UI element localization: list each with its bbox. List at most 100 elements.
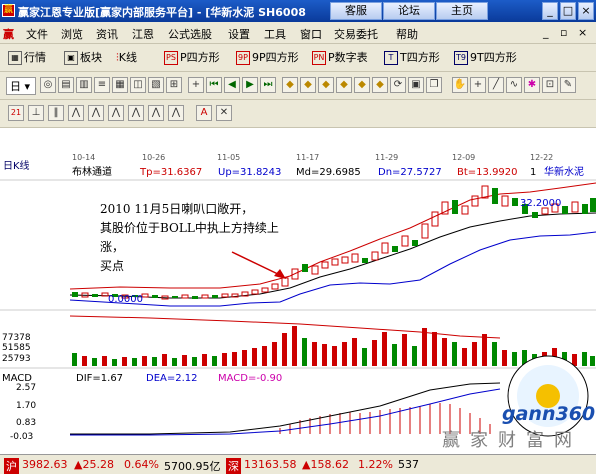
up-arrow-icon[interactable]: ◆	[282, 77, 298, 93]
date-tick: 12-22	[530, 153, 553, 162]
p-square-label: P四方形	[180, 51, 220, 64]
p-number-tool[interactable]: PN P数字表	[312, 49, 368, 67]
day-count-icon[interactable]: 21	[8, 105, 24, 121]
expand-icon[interactable]: ◆	[354, 77, 370, 93]
right-arrow-icon[interactable]: ◆	[336, 77, 352, 93]
menu-formula[interactable]: 公式选股	[168, 26, 212, 42]
line-tool-icon[interactable]: ╱	[488, 77, 504, 93]
macd-dif: DIF=1.67	[76, 373, 123, 384]
tp-value: Tp=31.6367	[139, 167, 202, 178]
hand-icon[interactable]: ✋	[452, 77, 468, 93]
forum-button[interactable]: 论坛	[383, 2, 435, 20]
pen-tool-icon[interactable]: ✎	[560, 77, 576, 93]
wave-tool-icon[interactable]: ∿	[506, 77, 522, 93]
annotation-arrow-head	[274, 269, 286, 279]
macd-tick: 1.70	[16, 401, 36, 411]
menu-trade[interactable]: 交易委托	[334, 26, 378, 42]
shrink-icon[interactable]: ◆	[372, 77, 388, 93]
delete-tool-icon[interactable]: ✕	[216, 105, 232, 121]
indicator-name: 布林通道	[72, 165, 112, 178]
grid-view-icon[interactable]: ▦	[112, 77, 128, 93]
t-square-tool[interactable]: T T四方形	[384, 49, 440, 67]
sz-percent: 1.22%	[358, 458, 393, 471]
gann-line-icon[interactable]: ⋀	[68, 105, 84, 121]
list-icon[interactable]: ≡	[94, 77, 110, 93]
t9-icon: T9	[454, 51, 468, 65]
scale-icon[interactable]: ⊞	[166, 77, 182, 93]
p-square-tool[interactable]: PS P四方形	[164, 49, 220, 67]
lock-icon[interactable]: ▣	[408, 77, 424, 93]
zoom-in-icon[interactable]: +	[188, 77, 204, 93]
date-tick: 10-14	[72, 153, 95, 162]
menu-window[interactable]: 窗口	[300, 26, 322, 42]
layers-icon[interactable]: ◫	[130, 77, 146, 93]
minimize-button[interactable]: _	[542, 2, 558, 20]
sh-change: ▲25.28	[74, 458, 114, 471]
table-icon[interactable]: ▧	[148, 77, 164, 93]
close-button[interactable]: ×	[578, 2, 594, 20]
bt-value: Bt=13.9920	[457, 167, 518, 178]
gann-fan-icon[interactable]: ⋀	[128, 105, 144, 121]
date-tick: 11-05	[217, 153, 240, 162]
home-button[interactable]: 主页	[436, 2, 488, 20]
macd-ticks: 2.57 1.70 0.83 -0.03	[10, 383, 36, 442]
sh-index: 3982.63	[22, 458, 68, 471]
quotes-tool[interactable]: ▦ 行情	[8, 49, 46, 67]
sector-tool[interactable]: ▣ 板块	[64, 49, 102, 67]
menu-close-icon[interactable]: ×	[578, 26, 587, 39]
text-tool-icon[interactable]: A	[196, 105, 212, 121]
prev-icon[interactable]: ◀	[224, 77, 240, 93]
menu-minimize-icon[interactable]: _	[543, 26, 549, 39]
macd-dif-line	[70, 382, 501, 435]
menu-gann[interactable]: 江恩	[132, 26, 154, 42]
pn-icon: PN	[312, 51, 326, 65]
gann-angle-icon[interactable]: ⋀	[148, 105, 164, 121]
quotes-label: 行情	[24, 51, 46, 64]
9p-square-tool[interactable]: 9P 9P四方形	[236, 49, 299, 67]
indicator-values: 布林通道 Tp=31.6367 Up=31.8243 Md=29.6985 Dn…	[72, 165, 584, 178]
next-icon[interactable]: ▶	[242, 77, 258, 93]
menu-logo-icon: 赢	[3, 28, 14, 41]
fan-tool-icon[interactable]: ✱	[524, 77, 540, 93]
magnet-icon[interactable]: ◎	[40, 77, 56, 93]
menu-info[interactable]: 资讯	[96, 26, 118, 42]
chart-area[interactable]: 日K线 10-14 10-26 11-05 11-17 11-29 12-09 …	[0, 128, 596, 454]
refresh-icon[interactable]: ⟳	[390, 77, 406, 93]
9p-square-label: 9P四方形	[252, 51, 299, 64]
first-icon[interactable]: ⏮	[206, 77, 222, 93]
kline-tool[interactable]: ⫶K线	[116, 49, 137, 67]
last-icon[interactable]: ⏭	[260, 77, 276, 93]
ruler-icon[interactable]: ⊥	[28, 105, 44, 121]
period-select[interactable]: 日 ▾	[6, 77, 36, 95]
menu-settings[interactable]: 设置	[228, 26, 250, 42]
square-tool-icon[interactable]: ⊡	[542, 77, 558, 93]
9t-square-tool[interactable]: T9 9T四方形	[454, 49, 517, 67]
gann-square-icon[interactable]: ⋀	[168, 105, 184, 121]
menu-restore-icon[interactable]: ▫	[560, 26, 567, 39]
vol-tick: 51585	[2, 343, 31, 353]
crosshair-icon[interactable]: +	[470, 77, 486, 93]
restore-button[interactable]: □	[560, 2, 576, 20]
period-value: 日	[10, 80, 21, 93]
t-icon: T	[384, 51, 398, 65]
gann-box-icon[interactable]: ⋀	[88, 105, 104, 121]
gann-grid-icon[interactable]: ⋀	[108, 105, 124, 121]
grid-icon: ▦	[8, 51, 22, 65]
period-label: 日K线	[3, 159, 30, 172]
chart-icon[interactable]: ▤	[58, 77, 74, 93]
menu-file[interactable]: 文件	[26, 26, 48, 42]
down-arrow-icon[interactable]: ◆	[300, 77, 316, 93]
menu-help[interactable]: 帮助	[396, 26, 418, 42]
left-arrow-icon[interactable]: ◆	[318, 77, 334, 93]
macd-dea: DEA=2.12	[146, 373, 198, 384]
menu-browse[interactable]: 浏览	[61, 26, 83, 42]
bars-icon[interactable]: ▥	[76, 77, 92, 93]
date-axis: 10-14 10-26 11-05 11-17 11-29 12-09 12-2…	[72, 153, 553, 162]
sz-change: ▲158.62	[302, 458, 349, 471]
md-value: Md=29.6985	[296, 167, 361, 178]
vertical-line-icon[interactable]: ‖	[48, 105, 64, 121]
copy-icon[interactable]: ❐	[426, 77, 442, 93]
macd-tick: 2.57	[16, 383, 36, 393]
menu-tools[interactable]: 工具	[264, 26, 286, 42]
customer-service-button[interactable]: 客服	[330, 2, 382, 20]
